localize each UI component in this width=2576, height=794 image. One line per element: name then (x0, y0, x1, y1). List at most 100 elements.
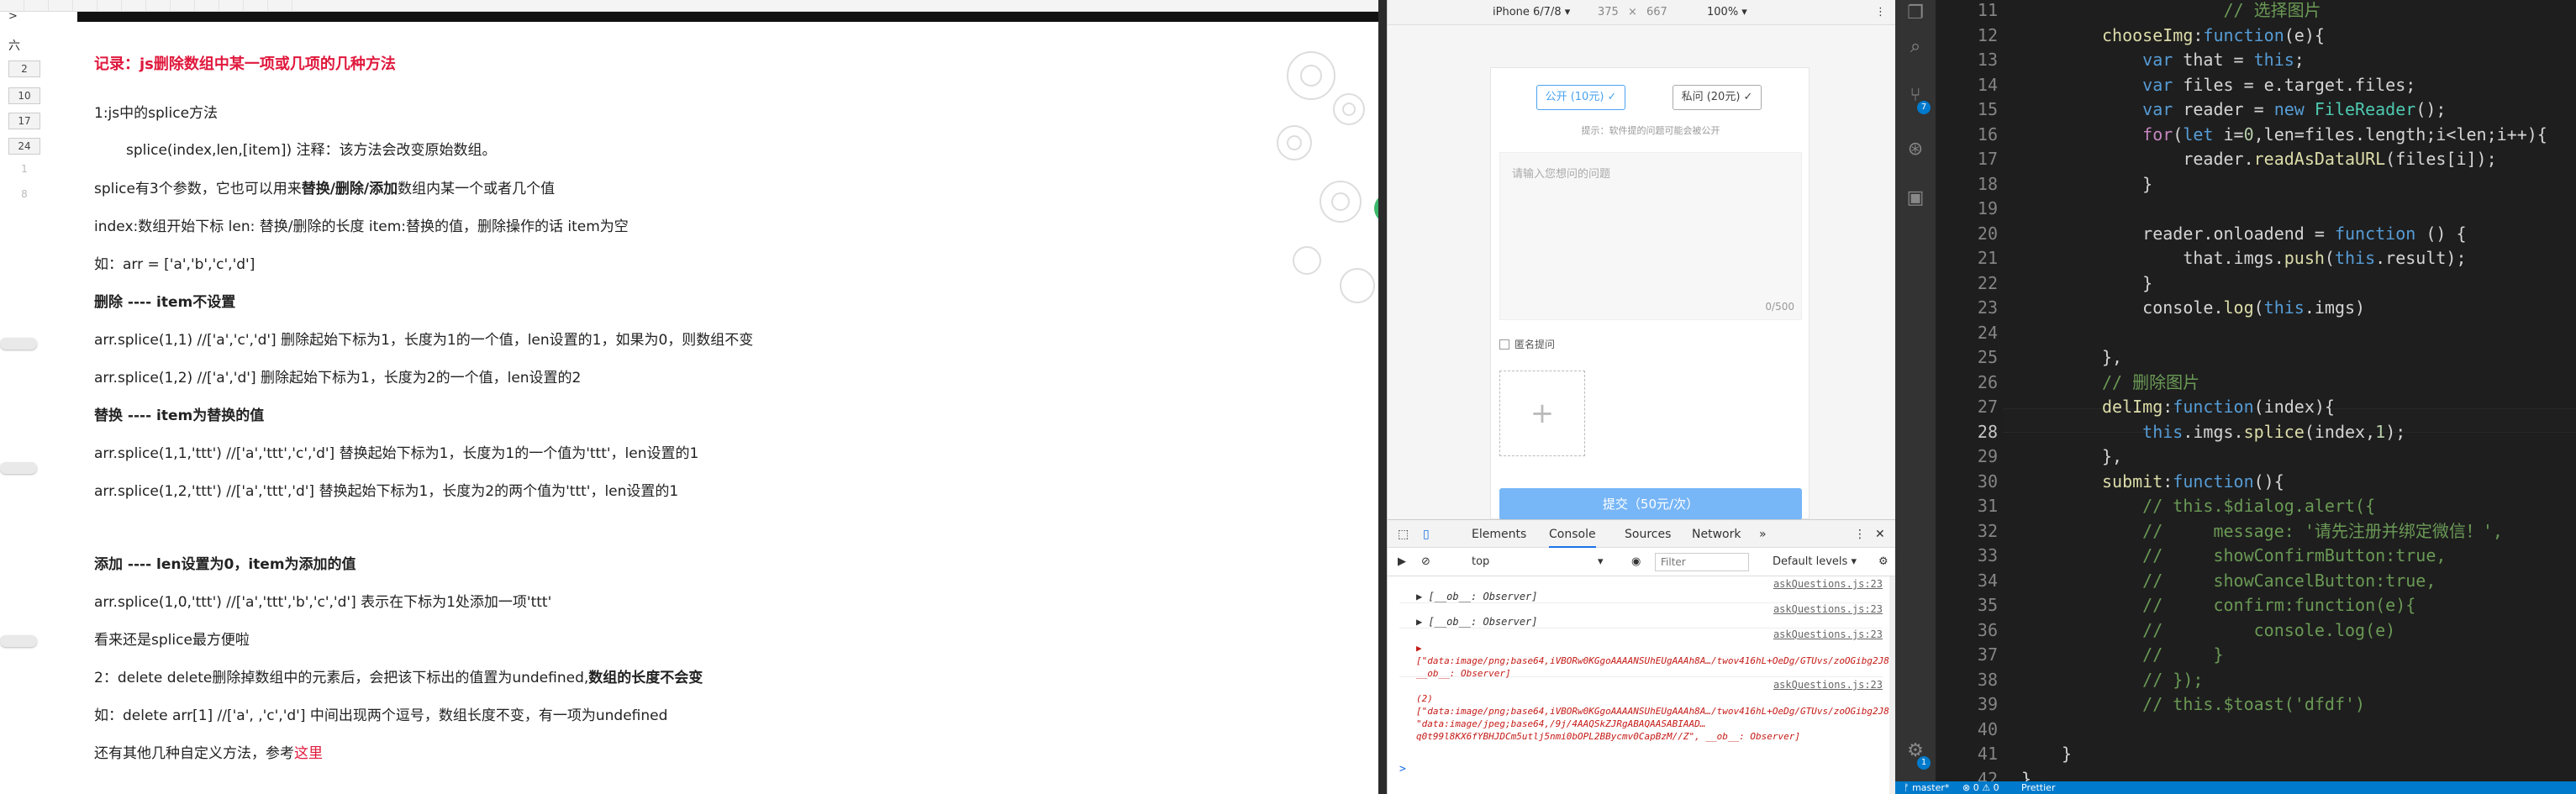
calendar-day[interactable]: 17 (8, 113, 40, 129)
calendar-day[interactable]: 1 (8, 161, 40, 178)
code-line[interactable]: } (2102, 271, 2152, 296)
bookmark[interactable]: ​ (146, 0, 171, 11)
extensions-icon[interactable]: ▣ (1904, 187, 1927, 210)
code-line[interactable]: reader.onloadend = function () { (2102, 222, 2466, 246)
source-link[interactable]: askQuestions.js:23 (1773, 628, 1883, 640)
line-number: 35 (1977, 595, 1998, 615)
code-line[interactable]: for(let i=0,len=files.length;i<len;i++){ (2102, 123, 2547, 147)
inspect-element-icon[interactable]: ⬚ (1398, 528, 1409, 541)
code-line[interactable]: var that = this; (2102, 48, 2305, 72)
bookmark[interactable]: ​ (49, 0, 73, 11)
code-line[interactable]: } (2062, 742, 2072, 766)
bookmark[interactable]: ​ (97, 0, 122, 11)
image-upload-button[interactable]: + (1499, 371, 1585, 456)
tab-sources[interactable]: Sources (1625, 528, 1671, 541)
reference-link[interactable]: 这里 (294, 745, 323, 762)
bookmark[interactable]: ​ (171, 0, 195, 11)
code-line[interactable]: // }); (2102, 668, 2203, 692)
bookmark[interactable]: ​ (219, 0, 244, 11)
public-option-button[interactable]: 公开 (10元) ✓ (1536, 85, 1625, 110)
code-line[interactable]: // 选择图片 (2102, 0, 2321, 23)
bookmark[interactable]: ​ (244, 0, 268, 11)
device-height[interactable]: 667 (1646, 6, 1667, 18)
zoom-select[interactable]: 100% ▾ (1707, 6, 1747, 18)
anonymous-option[interactable]: 匿名提问 (1499, 337, 1555, 351)
code-line[interactable]: // confirm:function(e){ (2102, 593, 2415, 618)
code-line[interactable]: }, (2102, 345, 2122, 370)
log-levels-select[interactable]: Default levels ▾ (1773, 555, 1857, 568)
code-line[interactable]: this.imgs.splice(index,1); (2102, 420, 2405, 444)
side-pill[interactable] (0, 338, 37, 350)
debug-icon[interactable]: ⊛ (1904, 138, 1927, 161)
device-select[interactable]: iPhone 6/7/8 ▾ (1493, 6, 1570, 18)
code-line[interactable]: var files = e.target.files; (2102, 73, 2415, 97)
code-line[interactable]: delImg:function(index){ (2102, 395, 2335, 419)
console-message[interactable]: askQuestions.js:23 ▶ [__ob__: Observer] (1399, 603, 1883, 628)
calendar-arrow[interactable]: > (8, 10, 18, 23)
bookmark[interactable]: ​ (122, 0, 146, 11)
calendar-day[interactable]: 24 (8, 138, 40, 155)
prettier-status[interactable]: Prettier (2021, 781, 2055, 794)
context-dropdown-icon[interactable]: ▾ (1598, 555, 1604, 568)
calendar-day[interactable]: 8 (8, 187, 40, 203)
context-select[interactable]: top (1472, 555, 1489, 568)
source-link[interactable]: askQuestions.js:23 (1773, 679, 1883, 691)
tab-overflow[interactable]: » (1759, 528, 1767, 541)
clear-console-icon[interactable]: ⊘ (1421, 555, 1430, 568)
console-message[interactable]: askQuestions.js:23 ▶ ["data:image/png;ba… (1399, 628, 1995, 679)
anonymous-checkbox[interactable] (1499, 339, 1509, 350)
tab-console[interactable]: Console (1549, 528, 1596, 548)
code-line[interactable]: chooseImg:function(e){ (2102, 24, 2325, 48)
side-pill[interactable] (0, 635, 37, 647)
code-line[interactable]: console.log(this.imgs) (2102, 296, 2365, 320)
code-line[interactable]: // } (2102, 643, 2223, 667)
console-message[interactable]: askQuestions.js:23 ▶ [__ob__: Observer] (1399, 578, 1883, 603)
code-line[interactable]: // console.log(e) (2102, 618, 2395, 643)
device-toggle-icon[interactable]: ▯ (1423, 528, 1430, 541)
search-icon[interactable]: ⌕ (1904, 35, 1927, 59)
console-filter-input[interactable] (1655, 553, 1749, 571)
tab-network[interactable]: Network (1692, 528, 1741, 541)
bookmark[interactable]: ​ (195, 0, 219, 11)
device-width[interactable]: 375 (1598, 6, 1619, 18)
line-number: 34 (1977, 570, 1998, 591)
eye-icon[interactable]: ◉ (1631, 555, 1641, 568)
problems-indicator[interactable]: ⊗ 0 ⚠ 0 (1962, 781, 1999, 794)
code-line[interactable]: // showCancelButton:true, (2102, 569, 2436, 593)
console-message[interactable]: askQuestions.js:23 (2) ["data:image/png;… (1399, 679, 1995, 761)
side-pill[interactable] (0, 462, 37, 474)
private-option-button[interactable]: 私问 (20元) ✓ (1673, 85, 1762, 110)
code-line[interactable]: // this.$dialog.alert({ (2102, 494, 2375, 518)
source-link[interactable]: askQuestions.js:23 (1773, 578, 1883, 590)
line-number: 19 (1977, 198, 1998, 218)
code-area[interactable]: // 选择图片 chooseImg:function(e){ var that =… (2021, 0, 2568, 789)
code-line[interactable]: submit:function(){ (2102, 470, 2284, 494)
devtools-menu-icon[interactable]: ⋮ (1854, 528, 1866, 541)
submit-button[interactable]: 提交（50元/次） (1499, 488, 1802, 520)
code-line[interactable]: // 删除图片 (2102, 371, 2199, 395)
sidebar-toggle-icon[interactable]: ▶ (1398, 555, 1406, 568)
calendar-day[interactable]: 10 (8, 87, 40, 104)
bookmark[interactable]: ​ (73, 0, 97, 11)
close-icon[interactable]: ✕ (1875, 528, 1885, 541)
code-line[interactable]: var reader = new FileReader(); (2102, 97, 2446, 122)
console-prompt[interactable]: > (1399, 763, 1406, 776)
question-textarea[interactable]: 请输入您想问的问题 0/500 (1499, 152, 1802, 320)
tab-elements[interactable]: Elements (1472, 528, 1526, 541)
line-number: 20 (1977, 223, 1998, 244)
line-number: 16 (1977, 124, 1998, 145)
calendar-day[interactable]: 2 (8, 60, 40, 77)
source-link[interactable]: askQuestions.js:23 (1773, 603, 1883, 615)
code-line[interactable]: that.imgs.push(this.result); (2102, 246, 2466, 271)
bookmark[interactable]: ​ (268, 0, 292, 11)
console-settings-icon[interactable]: ⚙ (1878, 555, 1889, 568)
code-line[interactable]: reader.readAsDataURL(files[i]); (2102, 147, 2496, 171)
code-line[interactable]: } (2102, 172, 2152, 197)
code-line[interactable]: // showConfirmButton:true, (2102, 544, 2446, 568)
code-line[interactable]: // this.$toast('dfdf') (2102, 692, 2365, 717)
code-line[interactable]: }, (2102, 444, 2122, 469)
more-options-icon[interactable]: ⋮ (1875, 6, 1886, 18)
git-branch[interactable]: ᚠ master* (1904, 781, 1949, 794)
explorer-icon[interactable]: ❐ (1904, 2, 1927, 25)
code-line[interactable]: // message: '请先注册并绑定微信！', (2102, 519, 2503, 544)
